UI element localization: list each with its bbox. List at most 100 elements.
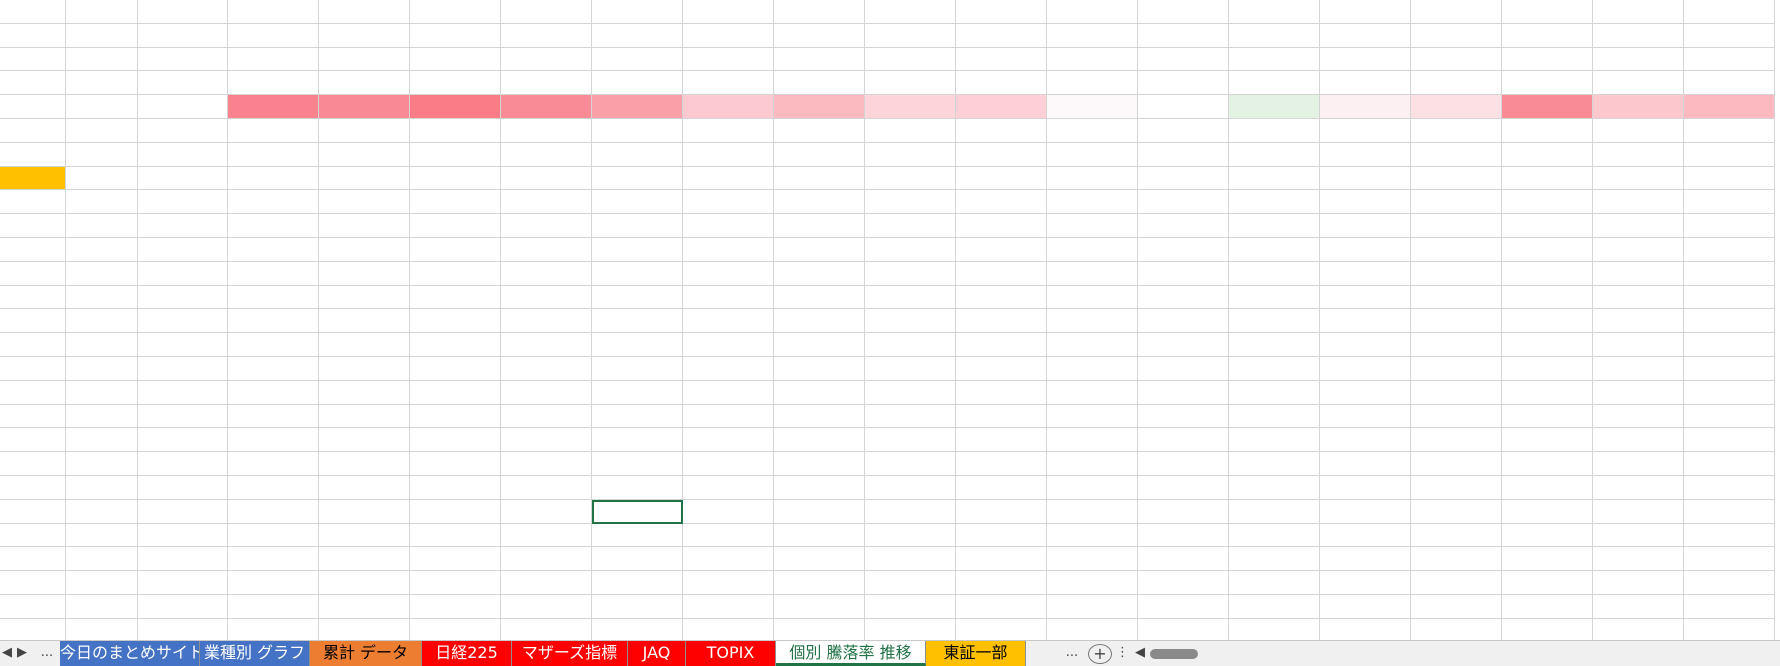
price-change-cell[interactable] (1229, 380, 1320, 405)
blank-cell[interactable] (66, 47, 138, 72)
price-change-cell[interactable] (319, 142, 410, 167)
tab-bar-menu-icon[interactable]: ⋮ (1116, 641, 1129, 666)
price-change-cell[interactable] (774, 285, 865, 310)
price-change-cell[interactable] (956, 618, 1047, 640)
price-change-cell[interactable] (865, 238, 956, 262)
stock-name[interactable] (66, 333, 138, 357)
price-change-cell[interactable] (1593, 214, 1684, 238)
price-change-cell[interactable] (1593, 523, 1684, 548)
price-change-cell[interactable] (865, 309, 956, 334)
date-header[interactable] (1047, 0, 1138, 24)
price-change-cell[interactable] (501, 595, 592, 619)
price-change-cell[interactable] (592, 452, 683, 476)
price-change-cell[interactable] (774, 547, 865, 572)
price-change-cell[interactable] (1229, 142, 1320, 167)
price-change-cell[interactable] (228, 238, 319, 262)
stock-code[interactable] (0, 499, 66, 524)
blank-cell[interactable] (138, 47, 228, 72)
price-change-cell[interactable] (1320, 238, 1411, 262)
more-tabs-left[interactable]: ... (36, 641, 58, 666)
price-change-cell[interactable] (228, 452, 319, 476)
stock-name[interactable] (66, 571, 138, 595)
market[interactable] (138, 333, 228, 357)
price-change-cell[interactable] (1229, 547, 1320, 572)
price-change-cell[interactable] (228, 547, 319, 572)
price-change-cell[interactable] (774, 404, 865, 429)
stock-code[interactable] (0, 404, 66, 429)
stock-name[interactable] (66, 261, 138, 286)
stock-name[interactable] (66, 476, 138, 500)
price-change-cell[interactable] (228, 595, 319, 619)
price-change-cell[interactable] (1047, 333, 1138, 357)
price-change-cell[interactable] (410, 119, 501, 143)
price-change-cell[interactable] (1320, 499, 1411, 524)
summary-cell[interactable] (1229, 71, 1320, 96)
price-change-cell[interactable] (1047, 238, 1138, 262)
price-change-cell[interactable] (501, 166, 592, 191)
price-change-cell[interactable] (1411, 142, 1502, 167)
market[interactable] (138, 404, 228, 429)
summary-cell[interactable] (1047, 71, 1138, 96)
price-change-cell[interactable] (1502, 309, 1593, 334)
price-change-cell[interactable] (1138, 523, 1229, 548)
summary-cell[interactable] (410, 71, 501, 96)
price-change-cell[interactable] (1320, 285, 1411, 310)
blank-cell[interactable] (138, 23, 228, 48)
price-change-cell[interactable] (501, 476, 592, 500)
stock-code[interactable] (0, 618, 66, 640)
blank-cell[interactable] (0, 23, 66, 48)
price-change-cell[interactable] (1047, 261, 1138, 286)
price-change-cell[interactable] (410, 404, 501, 429)
stock-code[interactable] (0, 547, 66, 572)
price-change-cell[interactable] (1684, 499, 1775, 524)
price-change-cell[interactable] (1684, 571, 1775, 595)
price-change-cell[interactable] (1502, 380, 1593, 405)
price-change-cell[interactable] (1229, 618, 1320, 640)
price-change-cell[interactable] (1047, 595, 1138, 619)
price-change-cell[interactable] (501, 357, 592, 381)
price-change-cell[interactable] (410, 452, 501, 476)
price-change-cell[interactable] (774, 214, 865, 238)
price-change-cell[interactable] (1593, 547, 1684, 572)
stock-code[interactable] (0, 190, 66, 215)
price-change-cell[interactable] (683, 357, 774, 381)
price-change-cell[interactable] (501, 571, 592, 595)
summary-cell[interactable] (1138, 71, 1229, 96)
price-change-cell[interactable] (1502, 285, 1593, 310)
price-change-cell[interactable] (1047, 523, 1138, 548)
price-change-cell[interactable] (501, 380, 592, 405)
price-change-cell[interactable] (1320, 618, 1411, 640)
price-change-cell[interactable] (1684, 404, 1775, 429)
summary-cell[interactable] (1320, 47, 1411, 72)
price-change-cell[interactable] (410, 571, 501, 595)
price-change-cell[interactable] (1411, 190, 1502, 215)
price-change-cell[interactable] (410, 214, 501, 238)
summary-cell[interactable] (592, 47, 683, 72)
price-change-cell[interactable] (683, 142, 774, 167)
price-change-cell[interactable] (410, 142, 501, 167)
price-change-cell[interactable] (865, 547, 956, 572)
market[interactable] (138, 285, 228, 310)
blank-cell[interactable] (138, 0, 228, 24)
price-change-cell[interactable] (319, 333, 410, 357)
price-change-cell[interactable] (865, 523, 956, 548)
summary-cell[interactable] (1229, 47, 1320, 72)
price-change-cell[interactable] (1502, 261, 1593, 286)
stock-code[interactable] (0, 238, 66, 262)
market[interactable] (138, 119, 228, 143)
stock-code[interactable] (0, 166, 66, 191)
price-change-cell[interactable] (1320, 404, 1411, 429)
price-change-cell[interactable] (501, 285, 592, 310)
price-change-cell[interactable] (501, 190, 592, 215)
stock-name[interactable] (66, 618, 138, 640)
price-change-cell[interactable] (1229, 357, 1320, 381)
price-change-cell[interactable] (865, 595, 956, 619)
price-change-cell[interactable] (228, 523, 319, 548)
price-change-cell[interactable] (1411, 618, 1502, 640)
stock-name[interactable] (66, 166, 138, 191)
market[interactable] (138, 261, 228, 286)
price-change-cell[interactable] (956, 547, 1047, 572)
price-change-cell[interactable] (410, 380, 501, 405)
date-header[interactable] (1320, 0, 1411, 24)
price-change-cell[interactable] (683, 119, 774, 143)
